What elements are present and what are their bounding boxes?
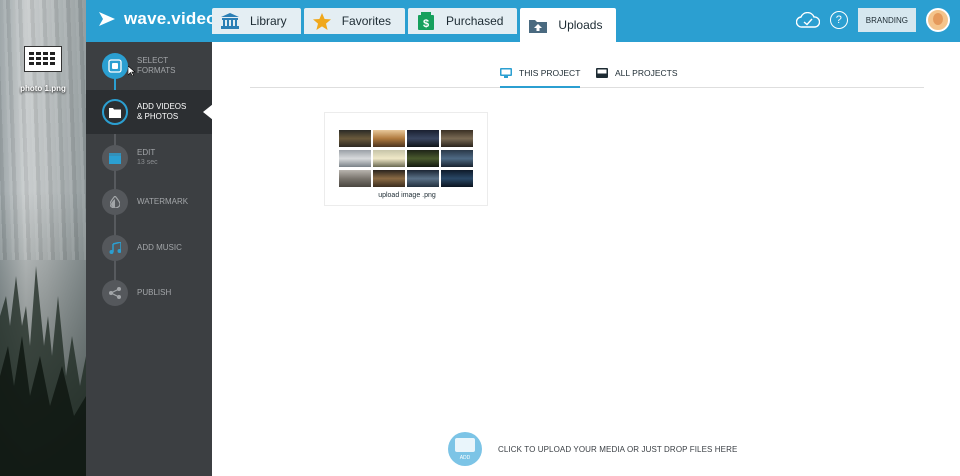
thumbnail	[339, 130, 371, 147]
step-label: ADD VIDEOS & PHOTOS	[137, 102, 186, 122]
mouse-cursor-icon	[128, 66, 136, 76]
tab-uploads[interactable]: Uploads	[520, 8, 617, 42]
avatar[interactable]	[926, 8, 950, 32]
tab-library-label: Library	[250, 14, 287, 28]
library-icon	[220, 12, 240, 30]
thumbnail	[441, 170, 473, 187]
thumbnail	[373, 150, 405, 167]
forest-graphic	[0, 266, 86, 476]
tab-uploads-label: Uploads	[558, 18, 603, 32]
add-media-label: ADD	[459, 455, 471, 461]
desktop-background: photo 1.png	[0, 0, 86, 476]
app-header: wave.video Library Favorites $ Purchased…	[86, 0, 960, 42]
media-tabs: Library Favorites $ Purchased Uploads	[212, 8, 619, 42]
step-line2: & PHOTOS	[137, 112, 179, 121]
step-line2: FORMATS	[137, 66, 176, 75]
thumbnail	[373, 130, 405, 147]
upload-hint: CLICK TO UPLOAD YOUR MEDIA OR JUST DROP …	[498, 444, 738, 454]
tab-all-projects-label: ALL PROJECTS	[615, 68, 678, 78]
inbox-icon	[596, 68, 608, 78]
step-duration: 13 sec	[137, 159, 158, 166]
desktop-file-icon[interactable]: photo 1.png	[12, 46, 74, 93]
wave-logo-icon	[99, 12, 115, 26]
desktop-file-label: photo 1.png	[20, 84, 66, 93]
thumbnail	[407, 150, 439, 167]
step-line1: EDIT	[137, 148, 156, 157]
tab-all-projects[interactable]: ALL PROJECTS	[596, 68, 678, 78]
thumbnail	[339, 150, 371, 167]
watermark-icon	[102, 189, 128, 215]
share-icon	[102, 280, 128, 306]
step-watermark[interactable]: WATERMARK	[86, 180, 212, 224]
step-add-media[interactable]: ADD VIDEOS & PHOTOS	[86, 90, 213, 134]
tab-this-project[interactable]: THIS PROJECT	[500, 68, 581, 88]
purchased-icon: $	[416, 12, 436, 30]
step-label: SELECT FORMATS	[137, 56, 176, 76]
add-media-icon	[455, 438, 475, 452]
step-label: EDIT 13 sec	[137, 148, 158, 168]
upload-dropzone[interactable]: ADD CLICK TO UPLOAD YOUR MEDIA OR JUST D…	[448, 432, 737, 466]
step-label: WATERMARK	[137, 197, 188, 207]
formats-icon	[102, 53, 128, 79]
step-add-music[interactable]: ADD MUSIC	[86, 226, 212, 270]
cloud-saved-icon[interactable]	[795, 12, 820, 28]
tab-purchased-label: Purchased	[446, 14, 504, 28]
tab-purchased[interactable]: $ Purchased	[408, 8, 518, 34]
uploaded-file-name: upload image .png	[378, 192, 436, 199]
tab-favorites-label: Favorites	[341, 14, 392, 28]
step-label: ADD MUSIC	[137, 243, 182, 253]
thumbnail	[373, 170, 405, 187]
step-publish[interactable]: PUBLISH	[86, 271, 212, 315]
clapper-icon	[102, 145, 128, 171]
uploaded-file-card[interactable]: upload image .png	[324, 112, 488, 206]
step-label: PUBLISH	[137, 288, 171, 298]
star-icon	[312, 12, 332, 30]
music-icon	[102, 235, 128, 261]
header-actions: ? BRANDING	[795, 8, 950, 32]
step-line1: ADD MUSIC	[137, 243, 182, 252]
monitor-icon	[500, 68, 512, 78]
help-icon[interactable]: ?	[829, 11, 848, 29]
branding-button[interactable]: BRANDING	[857, 8, 916, 32]
step-edit[interactable]: EDIT 13 sec	[86, 136, 212, 180]
step-line1: PUBLISH	[137, 288, 172, 297]
brand-logo[interactable]: wave.video	[98, 9, 217, 29]
project-filter-tabs: THIS PROJECT ALL PROJECTS	[250, 62, 924, 88]
thumbnail	[441, 150, 473, 167]
step-line1: WATERMARK	[137, 197, 189, 206]
image-file-icon	[24, 46, 62, 72]
step-line1: SELECT	[137, 56, 169, 65]
upload-folder-icon	[528, 16, 548, 34]
brand-name: wave.video	[124, 9, 217, 28]
folder-icon	[102, 99, 128, 125]
thumbnail-grid	[339, 130, 473, 187]
thumbnail	[441, 130, 473, 147]
svg-text:$: $	[423, 18, 429, 30]
thumbnail	[407, 130, 439, 147]
thumbnail	[339, 170, 371, 187]
steps-sidebar: SELECT FORMATS ADD VIDEOS & PHOTOS EDIT …	[86, 42, 213, 476]
tab-library[interactable]: Library	[212, 8, 301, 34]
step-select-formats[interactable]: SELECT FORMATS	[86, 44, 212, 88]
thumbnail	[407, 170, 439, 187]
uploads-panel: THIS PROJECT ALL PROJECTS upload image .…	[212, 42, 960, 476]
add-media-button[interactable]: ADD	[448, 432, 482, 466]
tab-this-project-label: THIS PROJECT	[519, 68, 581, 78]
step-line1: ADD VIDEOS	[137, 102, 187, 111]
tab-favorites[interactable]: Favorites	[303, 8, 406, 34]
